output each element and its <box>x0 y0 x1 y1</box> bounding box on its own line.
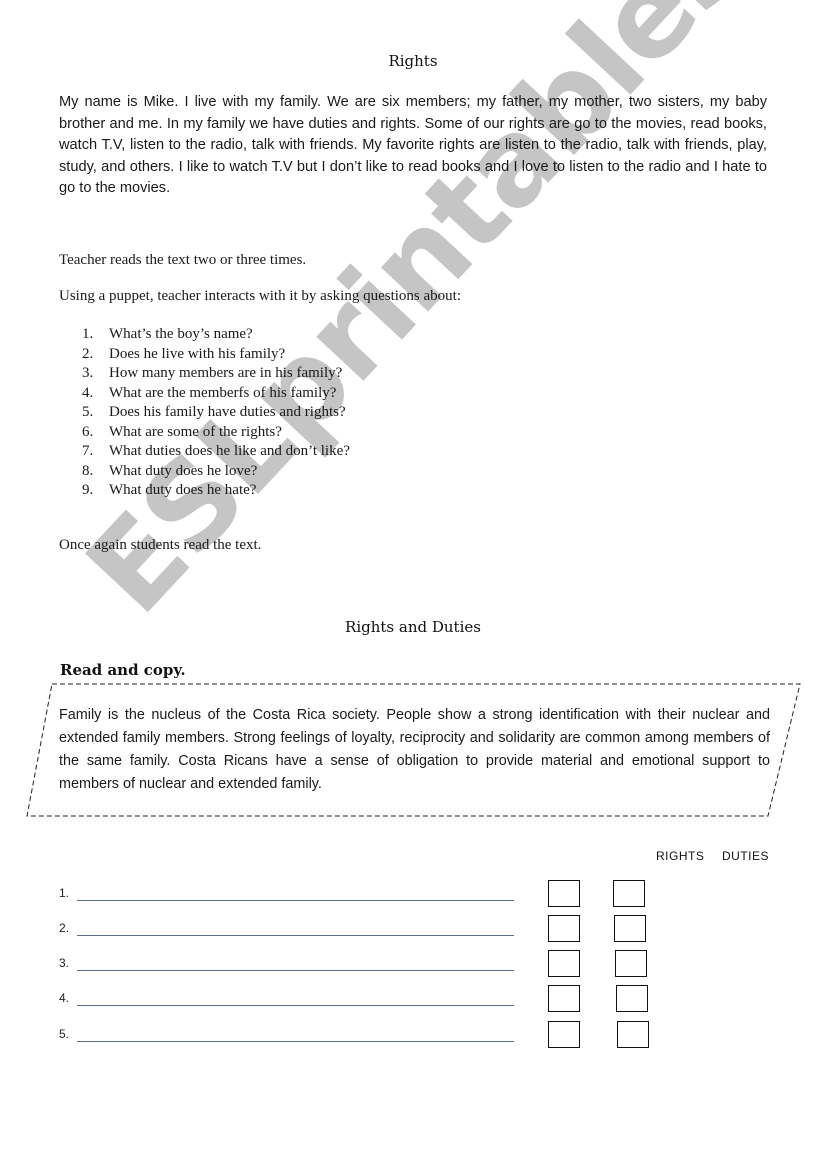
row-number: 2. <box>59 921 70 935</box>
answer-line[interactable] <box>77 970 514 971</box>
answer-row: 3. <box>59 950 659 986</box>
rights-checkbox[interactable] <box>548 880 580 907</box>
answer-line[interactable] <box>77 900 514 901</box>
column-header-rights: RIGHTS <box>656 849 705 863</box>
worksheet-page: ESLprintables.com Rights My name is Mike… <box>0 0 826 1169</box>
answer-row: 5. <box>59 1021 659 1057</box>
row-number: 1. <box>59 886 70 900</box>
rights-checkbox[interactable] <box>548 985 580 1012</box>
duties-checkbox[interactable] <box>614 915 646 942</box>
duties-checkbox[interactable] <box>616 985 648 1012</box>
column-header-duties: DUTIES <box>722 849 770 863</box>
passage-text: Family is the nucleus of the Costa Rica … <box>59 707 770 792</box>
row-number: 5. <box>59 1027 70 1041</box>
answer-line[interactable] <box>77 935 514 936</box>
rights-checkbox[interactable] <box>548 1021 580 1048</box>
rights-checkbox[interactable] <box>548 950 580 977</box>
rights-checkbox[interactable] <box>548 915 580 942</box>
answer-row: 1. <box>59 880 659 916</box>
answer-line[interactable] <box>77 1005 514 1006</box>
row-number: 3. <box>59 956 70 970</box>
answer-row: 4. <box>59 985 659 1021</box>
duties-checkbox[interactable] <box>613 880 645 907</box>
duties-checkbox[interactable] <box>615 950 647 977</box>
answer-line[interactable] <box>77 1041 514 1042</box>
answer-row: 2. <box>59 915 659 951</box>
row-number: 4. <box>59 991 70 1005</box>
duties-checkbox[interactable] <box>617 1021 649 1048</box>
